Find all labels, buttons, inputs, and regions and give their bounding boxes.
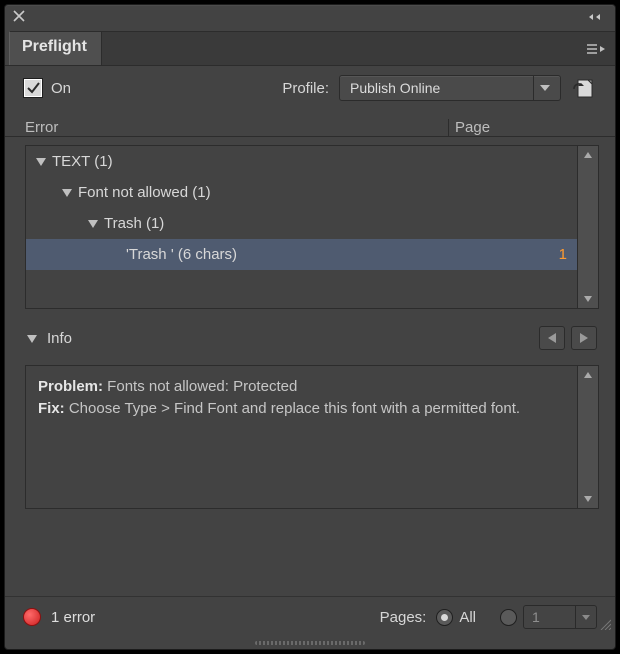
- pages-label: Pages:: [380, 609, 427, 626]
- tab-filler: [102, 31, 615, 65]
- disclosure-triangle-icon[interactable]: [36, 153, 46, 170]
- disclosure-triangle-icon[interactable]: [27, 330, 37, 347]
- disclosure-triangle-icon[interactable]: [62, 184, 72, 201]
- panel-grabber[interactable]: [5, 637, 615, 649]
- tree-row-font-not-allowed[interactable]: Font not allowed (1): [26, 177, 577, 208]
- next-error-button[interactable]: [571, 326, 597, 350]
- fix-label: Fix:: [38, 400, 65, 417]
- info-text: Problem: Fonts not allowed: Protected Fi…: [26, 366, 577, 508]
- resize-grip-icon[interactable]: [599, 617, 611, 635]
- disclosure-triangle-icon[interactable]: [88, 215, 98, 232]
- footer: 1 error Pages: All 1: [5, 596, 615, 649]
- column-headers: Error Page: [5, 110, 615, 137]
- info-box: Problem: Fonts not allowed: Protected Fi…: [25, 365, 599, 509]
- column-page[interactable]: Page: [448, 119, 595, 136]
- info-header[interactable]: Info: [5, 309, 615, 355]
- scroll-up-icon[interactable]: [578, 366, 598, 384]
- tree-row-label: Trash (1): [104, 215, 567, 232]
- info-scrollbar[interactable]: [577, 366, 598, 508]
- on-label: On: [51, 80, 71, 97]
- column-error[interactable]: Error: [25, 119, 448, 136]
- fix-text: Choose Type > Find Font and replace this…: [65, 400, 520, 417]
- error-status-text: 1 error: [51, 609, 380, 626]
- embed-profile-icon[interactable]: [571, 77, 597, 99]
- problem-label: Problem:: [38, 378, 103, 395]
- error-status-icon: [23, 608, 41, 626]
- on-checkbox[interactable]: [23, 78, 43, 98]
- pages-range-radio[interactable]: [500, 609, 517, 626]
- tree-row-page: 1: [547, 246, 567, 263]
- pages-range-dropdown[interactable]: 1: [523, 605, 597, 629]
- collapse-icon[interactable]: [589, 9, 607, 27]
- problem-text: Fonts not allowed: Protected: [103, 378, 297, 395]
- tab-row: Preflight: [5, 31, 615, 66]
- pages-all-label: All: [459, 609, 476, 626]
- prev-error-button[interactable]: [539, 326, 565, 350]
- chevron-down-icon: [533, 76, 556, 100]
- tree-row-trash[interactable]: Trash (1): [26, 208, 577, 239]
- pages-all-radio[interactable]: [436, 609, 453, 626]
- panel-menu-icon[interactable]: [585, 44, 607, 54]
- tree-row-label: 'Trash ' (6 chars): [126, 246, 547, 263]
- tab-preflight[interactable]: Preflight: [9, 31, 102, 65]
- error-tree: TEXT (1) Font not allowed (1) Trash (1) …: [25, 145, 599, 309]
- pages-range-value: 1: [524, 609, 575, 625]
- scroll-down-icon[interactable]: [578, 290, 598, 308]
- profile-dropdown[interactable]: Publish Online: [339, 75, 561, 101]
- controls-row: On Profile: Publish Online: [5, 66, 615, 110]
- scroll-down-icon[interactable]: [578, 490, 598, 508]
- profile-label: Profile:: [282, 80, 329, 97]
- tree-row-text[interactable]: TEXT (1): [26, 146, 577, 177]
- panel-titlebar: [5, 5, 615, 31]
- tree-row-instance[interactable]: 'Trash ' (6 chars) 1: [26, 239, 577, 270]
- chevron-down-icon: [575, 606, 596, 628]
- tree-row-label: Font not allowed (1): [78, 184, 567, 201]
- info-header-label: Info: [47, 330, 72, 347]
- tree-scrollbar[interactable]: [577, 146, 598, 308]
- preflight-panel: Preflight On Profile: Publish Online: [4, 4, 616, 650]
- tree-row-label: TEXT (1): [52, 153, 567, 170]
- profile-dropdown-value: Publish Online: [350, 80, 533, 96]
- close-icon[interactable]: [13, 9, 25, 27]
- scroll-up-icon[interactable]: [578, 146, 598, 164]
